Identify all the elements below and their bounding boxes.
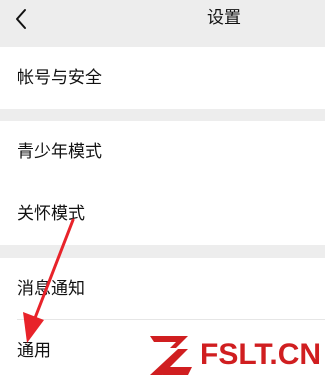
menu-item-account-security[interactable]: 帐号与安全 — [0, 47, 325, 109]
menu-item-label: 消息通知 — [17, 279, 85, 299]
page-title: 设置 — [207, 8, 241, 28]
nav-bar: 设置 — [0, 0, 325, 40]
watermark-logo-icon — [150, 336, 192, 375]
menu-item-label: 通用 — [17, 341, 51, 361]
menu-item-teen-mode[interactable]: 青少年模式 — [0, 121, 325, 183]
menu-item-care-mode[interactable]: 关怀模式 — [0, 183, 325, 245]
watermark: FSLT.CN — [148, 333, 325, 377]
settings-group-modes: 青少年模式 关怀模式 — [0, 121, 325, 245]
watermark-text: FSLT.CN — [200, 338, 322, 371]
menu-item-label: 关怀模式 — [17, 204, 85, 224]
menu-item-label: 青少年模式 — [17, 142, 102, 162]
settings-group-account: 帐号与安全 — [0, 47, 325, 109]
menu-item-label: 帐号与安全 — [17, 68, 102, 88]
settings-screen: 设置 帐号与安全 青少年模式 关怀模式 消息通知 通用 FSLT.CN — [0, 0, 325, 379]
menu-item-notifications[interactable]: 消息通知 — [0, 258, 325, 320]
